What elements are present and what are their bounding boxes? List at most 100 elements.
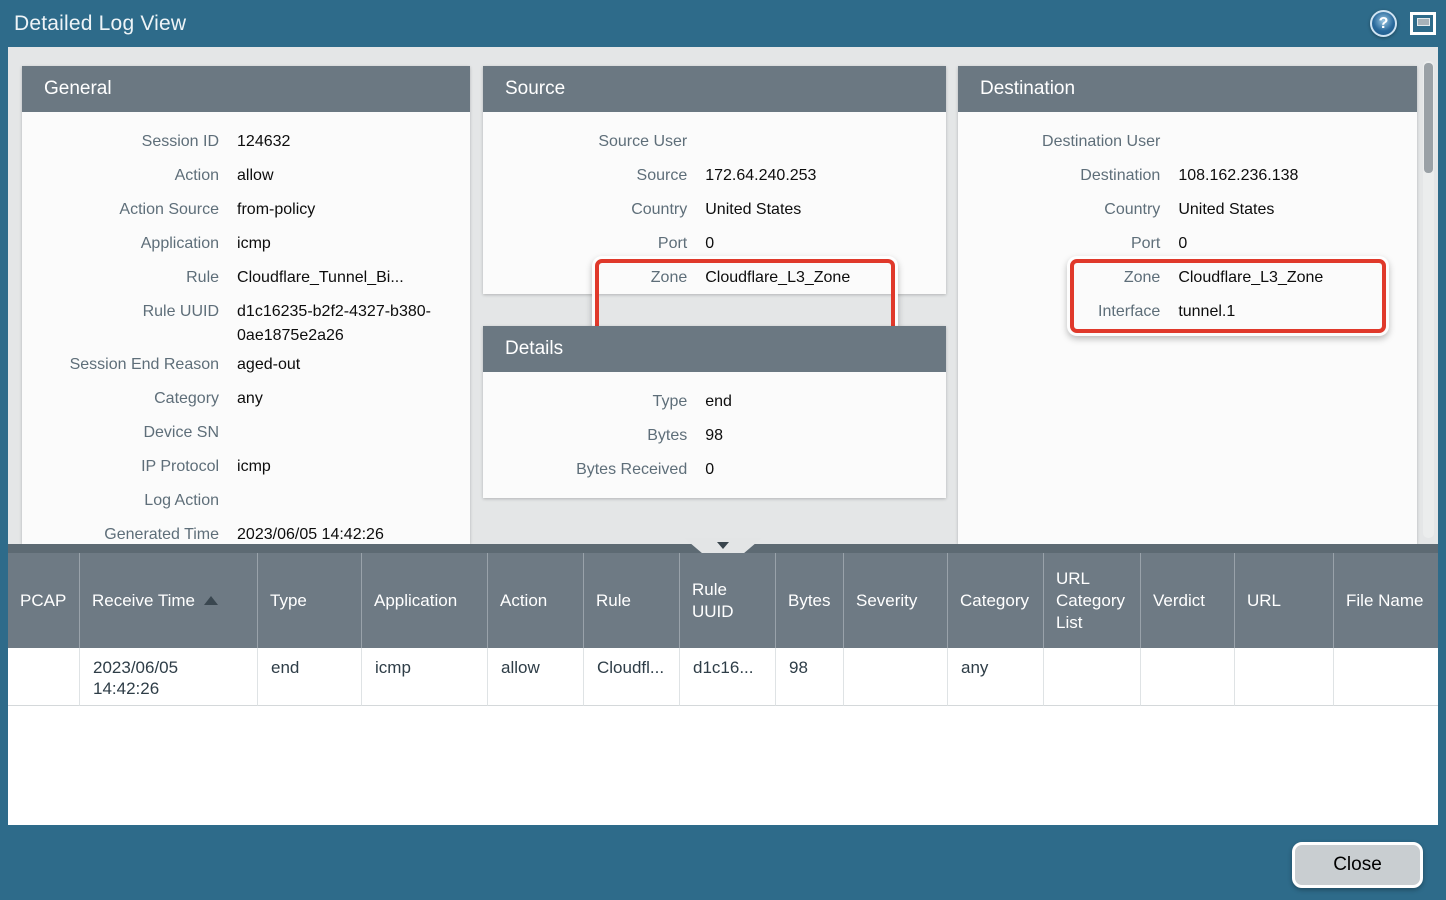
- field-row: Typeend: [483, 385, 946, 419]
- column-header-pcap[interactable]: PCAP: [8, 553, 80, 648]
- field-value: 0: [705, 453, 946, 487]
- column-header-label: URL Category List: [1056, 568, 1128, 634]
- column-header-label: Category: [960, 590, 1029, 612]
- cell-file-name: [1334, 648, 1438, 706]
- column-header-url[interactable]: URL: [1235, 553, 1334, 648]
- field-row: ZoneCloudflare_L3_Zone: [958, 261, 1417, 295]
- field-value: from-policy: [237, 193, 470, 227]
- field-value: aged-out: [237, 348, 470, 382]
- field-label: Country: [483, 193, 705, 227]
- field-label: Device SN: [22, 416, 237, 450]
- field-value: [705, 125, 946, 159]
- close-button[interactable]: Close: [1292, 842, 1423, 888]
- field-value: 0: [705, 227, 946, 261]
- field-value: [237, 484, 470, 518]
- field-label: Action Source: [22, 193, 237, 227]
- cell-category: any: [948, 648, 1044, 706]
- vertical-scrollbar-thumb[interactable]: [1424, 63, 1433, 173]
- cell-application: icmp: [362, 648, 488, 706]
- splitter-handle[interactable]: [679, 538, 767, 553]
- cell-severity: [844, 648, 948, 706]
- field-label: Source User: [483, 125, 705, 159]
- field-label: Generated Time: [22, 518, 237, 544]
- field-row: Action Sourcefrom-policy: [22, 193, 470, 227]
- field-value: Cloudflare_Tunnel_Bi...: [237, 261, 470, 295]
- field-label: Source: [483, 159, 705, 193]
- titlebar-icons: ?: [1370, 10, 1436, 37]
- field-label: Zone: [483, 261, 705, 294]
- column-header-label: URL: [1247, 590, 1281, 612]
- field-label: Zone: [958, 261, 1178, 295]
- column-header-label: Rule: [596, 590, 631, 612]
- vertical-scrollbar-track[interactable]: [1423, 61, 1434, 538]
- field-value: 172.64.240.253: [705, 159, 946, 193]
- field-row: Categoryany: [22, 382, 470, 416]
- column-header-rule-uuid[interactable]: Rule UUID: [680, 553, 776, 648]
- column-header-verdict[interactable]: Verdict: [1141, 553, 1235, 648]
- column-header-label: Bytes: [788, 590, 831, 612]
- column-header-rule[interactable]: Rule: [584, 553, 680, 648]
- field-value: any: [237, 382, 470, 416]
- field-label: Destination User: [958, 125, 1178, 159]
- field-label: IP Protocol: [22, 450, 237, 484]
- dialog-title: Detailed Log View: [14, 12, 1370, 36]
- column-header-label: Severity: [856, 590, 917, 612]
- column-header-label: Application: [374, 590, 457, 612]
- details-panel-body: Typeend Bytes98 Bytes Received0: [483, 372, 946, 498]
- detailed-log-view-dialog: Detailed Log View ? General Session ID12…: [0, 0, 1446, 900]
- general-panel: General Session ID124632 Actionallow Act…: [22, 66, 470, 544]
- field-row: Port0: [483, 227, 946, 261]
- column-header-category[interactable]: Category: [948, 553, 1044, 648]
- window-restore-icon[interactable]: [1410, 12, 1436, 35]
- field-row: Source User: [483, 125, 946, 159]
- field-value: Cloudflare_L3_Zone: [705, 261, 946, 294]
- field-value: [237, 416, 470, 450]
- column-header-file-name[interactable]: File Name: [1334, 553, 1438, 648]
- field-value: [1178, 125, 1417, 159]
- titlebar: Detailed Log View ?: [0, 0, 1446, 47]
- field-row: Generated Time2023/06/05 14:42:26: [22, 518, 470, 544]
- field-label: Port: [483, 227, 705, 261]
- log-table-header-row: PCAP Receive Time Type Application Actio…: [8, 553, 1438, 648]
- column-header-label: Rule UUID: [692, 579, 763, 623]
- general-panel-body: Session ID124632 Actionallow Action Sour…: [22, 112, 470, 544]
- column-header-bytes[interactable]: Bytes: [776, 553, 844, 648]
- help-icon[interactable]: ?: [1370, 10, 1397, 37]
- cell-pcap: [8, 648, 80, 706]
- source-panel: Source Source User Source172.64.240.253 …: [483, 66, 946, 294]
- window-restore-icon-inner: [1417, 18, 1430, 26]
- column-header-receive-time[interactable]: Receive Time: [80, 553, 258, 648]
- column-header-label: Receive Time: [92, 590, 195, 612]
- cell-type: end: [258, 648, 362, 706]
- field-value: 108.162.236.138: [1178, 159, 1417, 193]
- destination-panel: Destination Destination User Destination…: [958, 66, 1417, 544]
- field-label: Action: [22, 159, 237, 193]
- field-row: Applicationicmp: [22, 227, 470, 261]
- column-header-application[interactable]: Application: [362, 553, 488, 648]
- field-label: Country: [958, 193, 1178, 227]
- details-panel: Details Typeend Bytes98 Bytes Received0: [483, 326, 946, 498]
- column-header-severity[interactable]: Severity: [844, 553, 948, 648]
- column-header-url-category-list[interactable]: URL Category List: [1044, 553, 1141, 648]
- column-header-type[interactable]: Type: [258, 553, 362, 648]
- field-label: Category: [22, 382, 237, 416]
- field-label: Session End Reason: [22, 348, 237, 382]
- log-table-row[interactable]: 2023/06/05 14:42:26 end icmp allow Cloud…: [8, 648, 1438, 706]
- field-label: Type: [483, 385, 705, 419]
- field-value: United States: [705, 193, 946, 227]
- field-label: Destination: [958, 159, 1178, 193]
- field-value: 98: [705, 419, 946, 453]
- cell-url-category-list: [1044, 648, 1141, 706]
- field-row: Destination108.162.236.138: [958, 159, 1417, 193]
- field-label: Rule: [22, 261, 237, 295]
- cell-url: [1235, 648, 1334, 706]
- destination-panel-header: Destination: [958, 66, 1417, 112]
- column-header-action[interactable]: Action: [488, 553, 584, 648]
- field-row: Device SN: [22, 416, 470, 450]
- source-panel-header: Source: [483, 66, 946, 112]
- pane-splitter[interactable]: [8, 544, 1438, 553]
- field-label: Port: [958, 227, 1178, 261]
- field-value: 124632: [237, 125, 470, 159]
- field-value: United States: [1178, 193, 1417, 227]
- field-label: Bytes: [483, 419, 705, 453]
